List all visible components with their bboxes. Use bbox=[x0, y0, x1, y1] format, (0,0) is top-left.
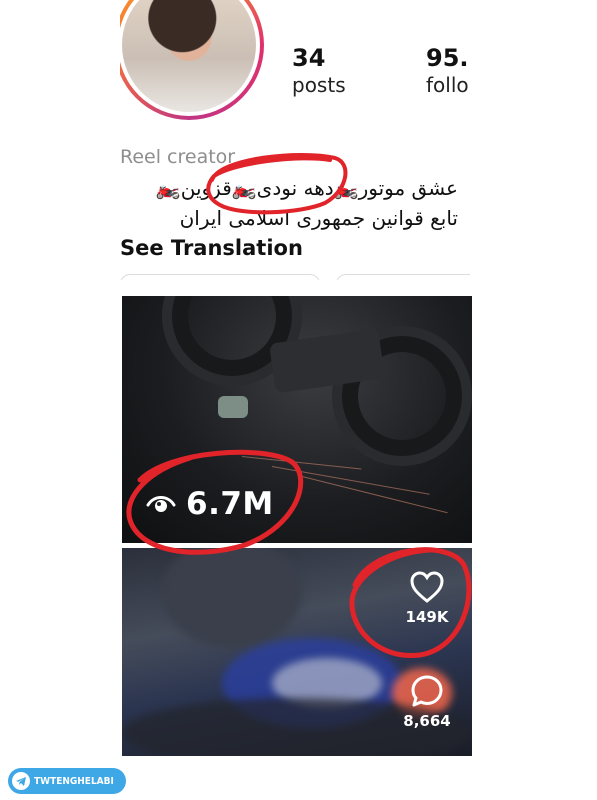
posts-label: posts bbox=[292, 73, 346, 97]
posts-stat[interactable]: 34 posts bbox=[292, 44, 346, 98]
like-count: 149K bbox=[405, 608, 449, 626]
reel-video-2[interactable]: 149K 8,664 bbox=[122, 548, 472, 756]
comment-column[interactable]: 8,664 bbox=[392, 674, 462, 730]
posts-count: 34 bbox=[292, 44, 326, 72]
comment-count: 8,664 bbox=[403, 712, 451, 730]
telegram-icon bbox=[12, 772, 30, 790]
followers-label: follo bbox=[426, 73, 469, 97]
avatar-photo bbox=[122, 0, 256, 112]
followers-count: 95.5 bbox=[426, 44, 470, 72]
video-rider bbox=[162, 548, 302, 648]
reel-video-1[interactable]: 6.7M bbox=[122, 296, 472, 543]
spark-streak bbox=[241, 456, 362, 470]
spark-streak bbox=[271, 466, 430, 495]
action-button-right[interactable] bbox=[336, 274, 470, 280]
followers-stat[interactable]: 95.5 follo bbox=[426, 44, 470, 98]
bio-line-2: تابع قوانین جمهوری اسلامی ایران bbox=[179, 206, 458, 230]
video-shoe bbox=[218, 396, 248, 418]
see-translation-link[interactable]: See Translation bbox=[120, 236, 303, 260]
spark-streak bbox=[301, 476, 448, 514]
bio-line-1: عشق موتور🏍️دهه نودی🏍️قزوین🏍️ bbox=[155, 176, 458, 200]
profile-header: 34 posts 95.5 follo Reel creator عشق موت… bbox=[120, 0, 470, 280]
view-count-row: 6.7M bbox=[146, 486, 274, 522]
view-count: 6.7M bbox=[186, 486, 274, 522]
watermark-text: TWTENGHELABI bbox=[34, 775, 114, 787]
channel-watermark: TWTENGHELABI bbox=[8, 768, 126, 794]
category-label: Reel creator bbox=[120, 146, 236, 168]
story-ring[interactable] bbox=[120, 0, 264, 120]
action-button-left[interactable] bbox=[120, 274, 320, 280]
eye-icon bbox=[146, 496, 176, 512]
comment-icon[interactable] bbox=[410, 674, 444, 708]
avatar[interactable] bbox=[120, 0, 260, 116]
like-column[interactable]: 149K bbox=[392, 570, 462, 626]
heart-icon[interactable] bbox=[409, 570, 445, 604]
